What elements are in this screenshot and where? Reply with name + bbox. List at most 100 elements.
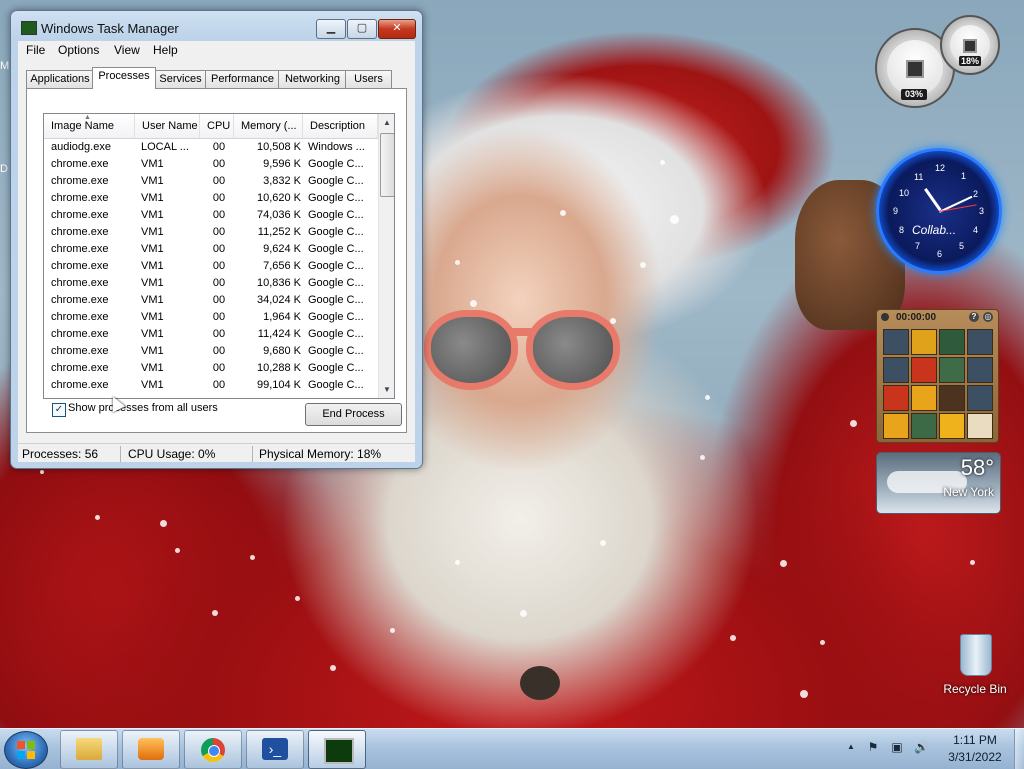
tray-overflow-arrow-icon[interactable]: ▲ (844, 740, 858, 754)
cell-memory: 9,680 K (263, 345, 301, 357)
show-desktop-button[interactable] (1014, 729, 1024, 769)
menu-file[interactable]: File (26, 43, 45, 57)
process-list-scrollbar[interactable]: ▲ ▼ (378, 114, 394, 398)
table-row[interactable]: chrome.exe VM1 00 11,252 K Google C... (44, 224, 378, 241)
puzzle-tile[interactable] (939, 329, 965, 355)
maximize-button[interactable]: ▢ (347, 19, 377, 39)
volume-icon[interactable]: 🔊 (914, 740, 929, 754)
tab-networking[interactable]: Networking (278, 70, 347, 88)
cell-cpu: 00 (212, 175, 226, 187)
desktop-icon-edge-d[interactable]: D (0, 163, 10, 177)
taskbar-powershell-button[interactable]: ›_ (246, 730, 304, 769)
puzzle-tile[interactable] (911, 357, 937, 383)
table-row[interactable]: chrome.exe VM1 00 9,680 K Google C... (44, 343, 378, 360)
puzzle-tile[interactable] (967, 357, 993, 383)
taskbar-media-player-button[interactable] (122, 730, 180, 769)
table-row[interactable]: chrome.exe VM1 00 10,836 K Google C... (44, 275, 378, 292)
tab-processes[interactable]: Processes (92, 67, 156, 89)
table-row[interactable]: chrome.exe VM1 00 99,104 K Google C... (44, 377, 378, 394)
title-bar[interactable]: Windows Task Manager ▁ ▢ ✕ (11, 11, 422, 39)
table-row[interactable]: chrome.exe VM1 00 10,288 K Google C... (44, 360, 378, 377)
table-row[interactable]: chrome.exe VM1 00 10,620 K Google C... (44, 190, 378, 207)
puzzle-tile[interactable] (939, 413, 965, 439)
column-image-name[interactable]: Image Name ▲ (44, 114, 135, 138)
puzzle-tile[interactable] (911, 385, 937, 411)
scroll-thumb[interactable] (380, 133, 394, 197)
clock-gadget[interactable]: 12 1 2 3 4 5 6 7 8 9 10 11 Collab... (876, 148, 1002, 274)
table-row[interactable]: chrome.exe VM1 00 1,964 K Google C... (44, 309, 378, 326)
status-bar: Processes: 56 CPU Usage: 0% Physical Mem… (18, 443, 415, 462)
puzzle-tile[interactable] (883, 385, 909, 411)
column-memory[interactable]: Memory (... (234, 114, 303, 138)
cell-memory: 11,252 K (257, 226, 301, 238)
puzzle-tile[interactable] (939, 357, 965, 383)
table-row[interactable]: chrome.exe VM1 00 3,832 K Google C... (44, 173, 378, 190)
cell-image: chrome.exe (51, 362, 109, 374)
clock-numeral-8: 8 (899, 225, 905, 235)
scroll-down-button[interactable]: ▼ (379, 381, 394, 398)
tab-applications[interactable]: Applications (26, 70, 94, 88)
puzzle-tile[interactable] (911, 329, 937, 355)
table-row[interactable]: chrome.exe VM1 00 74,036 K Google C... (44, 207, 378, 224)
puzzle-tile[interactable] (939, 385, 965, 411)
menu-view[interactable]: View (114, 43, 140, 57)
show-all-users-label[interactable]: Show processes from all users (68, 402, 218, 414)
cell-cpu: 00 (212, 192, 226, 204)
network-icon[interactable]: ▣ (890, 740, 904, 754)
menu-options[interactable]: Options (58, 43, 99, 57)
cell-image: chrome.exe (51, 260, 109, 272)
taskbar-clock-date[interactable]: 3/31/2022 (942, 750, 1008, 764)
taskbar-chrome-button[interactable] (184, 730, 242, 769)
taskbar-clock-time[interactable]: 1:11 PM (942, 733, 1008, 747)
cell-cpu: 00 (212, 362, 226, 374)
menu-help[interactable]: Help (153, 43, 178, 57)
puzzle-tile[interactable] (967, 385, 993, 411)
taskbar-task-manager-button[interactable] (308, 730, 366, 769)
column-user-name[interactable]: User Name (135, 114, 200, 138)
action-center-flag-icon[interactable]: ⚑ (866, 740, 880, 754)
column-description[interactable]: Description (303, 114, 378, 138)
start-button[interactable] (4, 731, 48, 769)
cell-desc: Google C... (308, 294, 364, 306)
picture-puzzle-gadget[interactable]: 00:00:00 ? ◎ (876, 309, 999, 443)
puzzle-help-icon[interactable]: ? (969, 312, 979, 322)
wallpaper-sunglasses (424, 306, 620, 390)
cell-image: chrome.exe (51, 209, 109, 221)
clock-numeral-2: 2 (973, 189, 979, 199)
task-manager-window[interactable]: Windows Task Manager ▁ ▢ ✕ File Options … (10, 10, 423, 469)
table-row[interactable]: chrome.exe VM1 00 9,596 K Google C... (44, 156, 378, 173)
process-list-header: Image Name ▲ User Name CPU Memory (... D… (44, 114, 378, 139)
process-list[interactable]: Image Name ▲ User Name CPU Memory (... D… (43, 113, 395, 399)
puzzle-tile[interactable] (883, 329, 909, 355)
puzzle-tile[interactable] (883, 413, 909, 439)
close-button[interactable]: ✕ (378, 19, 416, 39)
snowflake (212, 610, 218, 616)
cell-image: chrome.exe (51, 175, 109, 187)
puzzle-tile[interactable] (967, 329, 993, 355)
puzzle-toggle-icon[interactable]: ◎ (983, 312, 993, 322)
table-row[interactable]: chrome.exe VM1 00 11,424 K Google C... (44, 326, 378, 343)
puzzle-tile[interactable] (967, 413, 993, 439)
show-all-users-checkbox[interactable]: ✓ (52, 403, 66, 417)
puzzle-tile[interactable] (911, 413, 937, 439)
column-cpu[interactable]: CPU (200, 114, 234, 138)
puzzle-tile[interactable] (883, 357, 909, 383)
snowflake (520, 610, 527, 617)
tab-performance[interactable]: Performance (205, 70, 280, 88)
scroll-up-button[interactable]: ▲ (379, 114, 394, 131)
recycle-bin-shortcut[interactable]: Recycle Bin (940, 630, 1010, 700)
weather-gadget[interactable]: 58° New York (876, 452, 1001, 514)
minimize-button[interactable]: ▁ (316, 19, 346, 39)
table-row[interactable]: audiodg.exe LOCAL ... 00 10,508 K Windows ..… (44, 139, 378, 156)
tab-users[interactable]: Users (345, 70, 392, 88)
table-row[interactable]: chrome.exe VM1 00 34,024 K Google C... (44, 292, 378, 309)
table-row[interactable]: chrome.exe VM1 00 9,624 K Google C... (44, 241, 378, 258)
memory-gauge: 18% (940, 15, 1000, 75)
table-row[interactable]: chrome.exe VM1 00 7,656 K Google C... (44, 258, 378, 275)
taskbar-explorer-button[interactable] (60, 730, 118, 769)
snowflake (470, 300, 477, 307)
tab-services[interactable]: Services (154, 70, 207, 88)
cell-desc: Google C... (308, 345, 364, 357)
end-process-button[interactable]: End Process (305, 403, 402, 426)
desktop-icon-edge-m[interactable]: M (0, 60, 10, 74)
